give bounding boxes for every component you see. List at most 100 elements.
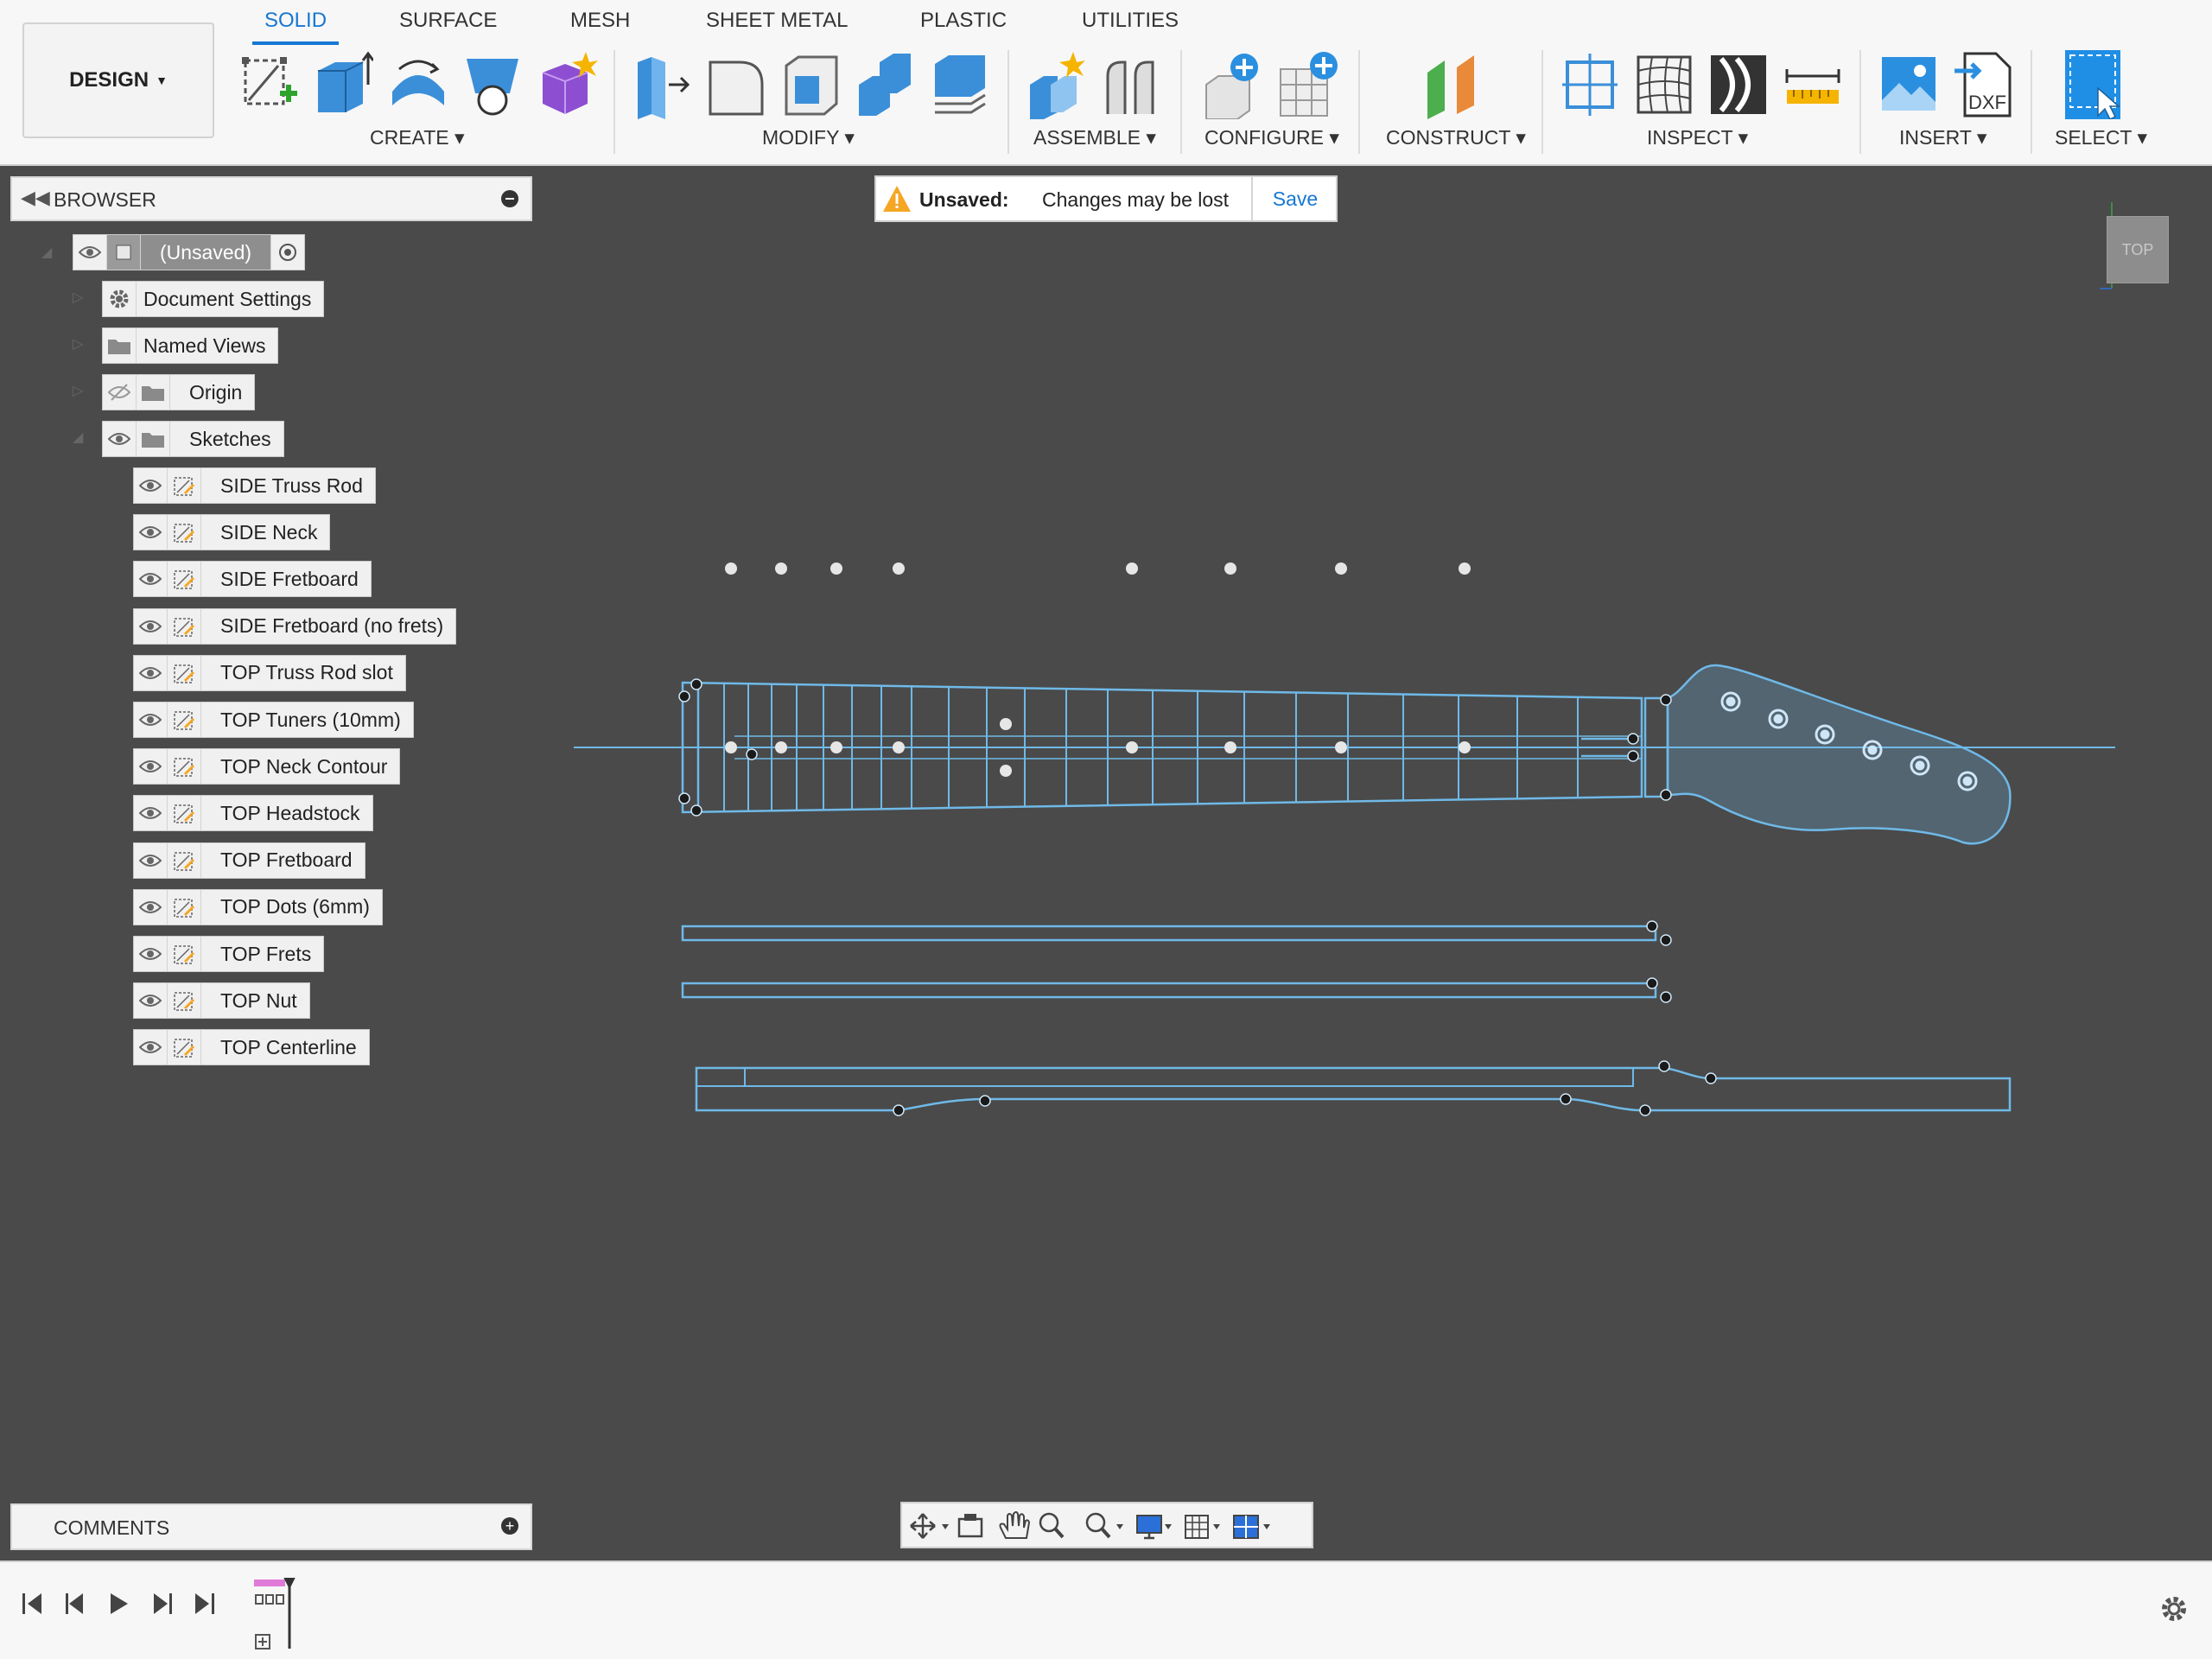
sketch-item[interactable]: TOP Nut <box>133 982 310 1019</box>
sketch-item[interactable]: TOP Frets <box>133 936 324 972</box>
sweep-icon[interactable] <box>461 50 524 119</box>
combine-icon[interactable] <box>854 50 916 119</box>
modify-group[interactable]: MODIFY ▾ <box>762 126 855 149</box>
sketch-item[interactable]: SIDE Neck <box>133 514 330 550</box>
last-step-icon[interactable] <box>195 1593 214 1614</box>
create-group[interactable]: CREATE ▾ <box>370 126 465 149</box>
sketch-item[interactable]: TOP Neck Contour <box>133 748 400 785</box>
insert-dxf-icon[interactable]: DXF <box>1953 50 2015 119</box>
collapse-toggle-icon[interactable]: ◢ <box>41 244 52 261</box>
eye-icon[interactable] <box>134 983 168 1018</box>
create-form-icon[interactable] <box>536 50 598 119</box>
fit-icon[interactable] <box>1087 1514 1123 1537</box>
eye-icon[interactable] <box>134 609 168 644</box>
new-component-icon[interactable] <box>1025 50 1087 119</box>
display-settings-icon[interactable] <box>1137 1516 1172 1538</box>
configuration-grid-icon[interactable] <box>1275 50 1338 119</box>
minimize-icon[interactable] <box>501 190 518 207</box>
tab-plastic[interactable]: PLASTIC <box>920 9 1007 33</box>
sketch-item[interactable]: TOP Truss Rod slot <box>133 655 406 691</box>
tab-mesh[interactable]: MESH <box>570 9 630 33</box>
workspace-switcher[interactable]: DESIGN▼ <box>22 22 214 138</box>
look-at-icon[interactable] <box>959 1514 982 1536</box>
curvature-analysis-icon[interactable] <box>1707 50 1770 119</box>
construct-group[interactable]: CONSTRUCT ▾ <box>1386 126 1526 149</box>
add-comment-icon[interactable]: + <box>501 1517 518 1535</box>
inspect-group-label: INSPECT <box>1647 126 1732 149</box>
play-icon[interactable] <box>111 1593 128 1614</box>
timeline-feature-marker[interactable] <box>251 1578 311 1656</box>
zoom-icon[interactable] <box>1040 1514 1063 1537</box>
browser-header[interactable]: ◀◀ BROWSER <box>10 176 532 221</box>
expand-toggle-icon[interactable]: ▷ <box>73 382 83 399</box>
configure-group[interactable]: CONFIGURE ▾ <box>1205 126 1339 149</box>
collapse-icon[interactable]: ◀◀ <box>21 187 50 209</box>
configure-table-icon[interactable] <box>1201 50 1263 119</box>
pan-icon[interactable] <box>1001 1512 1030 1538</box>
viewcube[interactable]: TOP <box>2107 216 2169 283</box>
revolve-icon[interactable] <box>387 50 449 119</box>
eye-icon[interactable] <box>134 702 168 737</box>
tree-document-settings[interactable]: Document Settings <box>102 281 324 317</box>
eye-icon[interactable] <box>134 749 168 784</box>
joint-icon[interactable] <box>1099 50 1161 119</box>
select-icon[interactable] <box>2062 50 2124 119</box>
expand-toggle-icon[interactable]: ▷ <box>73 289 83 306</box>
collapse-toggle-icon[interactable]: ◢ <box>73 429 83 446</box>
insert-group[interactable]: INSERT ▾ <box>1899 126 1986 149</box>
fillet-icon[interactable] <box>705 50 767 119</box>
sketch-item[interactable]: TOP Centerline <box>133 1029 370 1065</box>
eye-hidden-icon[interactable] <box>103 375 137 410</box>
eye-icon[interactable] <box>134 796 168 830</box>
previous-step-icon[interactable] <box>66 1593 83 1614</box>
tab-utilities[interactable]: UTILITIES <box>1082 9 1179 33</box>
eye-icon[interactable] <box>134 843 168 878</box>
section-analysis-icon[interactable] <box>1559 50 1621 119</box>
extrude-icon[interactable] <box>311 50 373 119</box>
sketch-item[interactable]: TOP Fretboard <box>133 842 365 879</box>
root-component[interactable]: (Unsaved) <box>73 234 305 270</box>
zebra-analysis-icon[interactable] <box>1633 50 1695 119</box>
assemble-group[interactable]: ASSEMBLE ▾ <box>1033 126 1156 149</box>
offset-plane-icon[interactable] <box>1422 50 1484 119</box>
orbit-icon[interactable] <box>911 1514 949 1538</box>
tree-sketches[interactable]: Sketches <box>102 421 284 457</box>
sketch-item[interactable]: SIDE Truss Rod <box>133 467 376 504</box>
sketch-item[interactable]: TOP Dots (6mm) <box>133 889 383 925</box>
timeline-settings-gear-icon[interactable] <box>2157 1592 2191 1626</box>
activate-radio-icon[interactable] <box>270 235 304 270</box>
first-step-icon[interactable] <box>22 1593 41 1614</box>
sketch-item[interactable]: SIDE Fretboard <box>133 561 372 597</box>
expand-toggle-icon[interactable]: ▷ <box>73 335 83 353</box>
tab-solid[interactable]: SOLID <box>264 9 327 33</box>
inspect-group[interactable]: INSPECT ▾ <box>1647 126 1748 149</box>
offset-face-icon[interactable] <box>928 50 990 119</box>
tree-origin[interactable]: Origin <box>102 374 255 410</box>
insert-image-icon[interactable] <box>1878 50 1941 119</box>
eye-icon[interactable] <box>103 422 137 456</box>
sketch-item[interactable]: SIDE Fretboard (no frets) <box>133 608 456 645</box>
next-step-icon[interactable] <box>154 1593 172 1614</box>
eye-icon[interactable] <box>134 890 168 925</box>
eye-icon[interactable] <box>134 656 168 690</box>
eye-icon[interactable] <box>73 235 107 270</box>
viewports-icon[interactable] <box>1234 1516 1270 1538</box>
eye-icon[interactable] <box>134 937 168 971</box>
save-button[interactable]: Save <box>1251 177 1338 220</box>
shell-icon[interactable] <box>779 50 842 119</box>
eye-icon[interactable] <box>134 562 168 596</box>
select-group[interactable]: SELECT ▾ <box>2055 126 2147 149</box>
eye-icon[interactable] <box>134 468 168 503</box>
sketch-item[interactable]: TOP Headstock <box>133 795 373 831</box>
sketch-item[interactable]: TOP Tuners (10mm) <box>133 702 414 738</box>
measure-icon[interactable] <box>1782 50 1844 119</box>
grid-settings-icon[interactable] <box>1185 1516 1220 1538</box>
eye-icon[interactable] <box>134 1030 168 1065</box>
press-pull-icon[interactable] <box>631 50 693 119</box>
eye-icon[interactable] <box>134 515 168 550</box>
create-sketch-icon[interactable] <box>237 50 299 119</box>
comments-panel[interactable]: COMMENTS + <box>10 1503 532 1550</box>
tab-sheet-metal[interactable]: SHEET METAL <box>706 9 848 33</box>
tree-named-views[interactable]: Named Views <box>102 327 278 364</box>
tab-surface[interactable]: SURFACE <box>399 9 497 33</box>
